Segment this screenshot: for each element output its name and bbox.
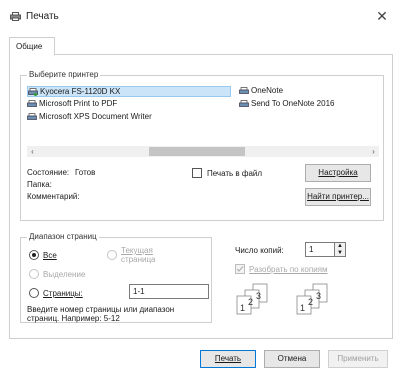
chevron-down-icon[interactable]: ▼ bbox=[335, 250, 345, 257]
stack-number: 1 bbox=[300, 303, 305, 313]
range-all-radio[interactable] bbox=[29, 250, 39, 260]
printer-icon bbox=[239, 100, 249, 107]
status-label: Состояние: bbox=[27, 168, 70, 177]
copies-input[interactable]: 1 bbox=[305, 242, 335, 257]
printer-item[interactable]: Kyocera FS-1120D KX bbox=[27, 86, 231, 97]
find-printer-button-label: Найти принтер... bbox=[307, 192, 369, 201]
comment-label: Комментарий: bbox=[27, 192, 80, 201]
pages-input[interactable]: 1-1 bbox=[129, 284, 209, 299]
copies-label-text: Число копий: bbox=[235, 246, 284, 255]
print-button[interactable]: Печать bbox=[200, 350, 256, 368]
printer-name: Microsoft XPS Document Writer bbox=[39, 112, 152, 121]
printer-icon bbox=[27, 113, 37, 120]
apply-button[interactable]: Применить bbox=[328, 350, 388, 368]
range-selection-radio[interactable] bbox=[29, 269, 39, 279]
horizontal-scrollbar[interactable]: ‹ › bbox=[27, 146, 379, 157]
close-button[interactable]: ✕ bbox=[370, 6, 394, 26]
apply-button-label: Применить bbox=[337, 354, 379, 363]
printer-item[interactable]: Microsoft Print to PDF bbox=[27, 99, 117, 110]
range-current-page-radio[interactable] bbox=[107, 250, 117, 260]
print-dialog: Печать ✕ Общие Выберите принтер Kyocera … bbox=[0, 0, 402, 372]
stack-number: 3 bbox=[256, 291, 261, 301]
stack-number: 2 bbox=[308, 297, 313, 307]
page-range-group-label: Диапазон страниц bbox=[27, 232, 99, 241]
printer-icon bbox=[239, 87, 249, 94]
window-title: Печать bbox=[26, 11, 59, 22]
printer-item[interactable]: Send To OneNote 2016 bbox=[239, 99, 334, 110]
find-printer-button[interactable]: Найти принтер... bbox=[305, 188, 371, 206]
scroll-left-arrow-icon[interactable]: ‹ bbox=[27, 146, 38, 157]
print-to-file-label[interactable]: Печать в файл bbox=[207, 169, 262, 178]
scrollbar-thumb[interactable] bbox=[149, 147, 245, 156]
printer-item[interactable]: Microsoft XPS Document Writer bbox=[27, 112, 152, 123]
print-button-label: Печать bbox=[214, 354, 242, 363]
stack-number: 3 bbox=[316, 291, 321, 301]
collate-checkbox[interactable] bbox=[235, 264, 245, 274]
range-selection-label[interactable]: Выделение bbox=[43, 270, 85, 279]
printer-name: Microsoft Print to PDF bbox=[39, 99, 118, 108]
page-range-group: Диапазон страниц Все Текущая страница Вы… bbox=[20, 232, 212, 323]
tab-general[interactable]: Общие bbox=[9, 37, 55, 56]
printer-icon bbox=[27, 100, 37, 107]
chevron-up-icon[interactable]: ▲ bbox=[335, 243, 345, 250]
stack-number: 2 bbox=[248, 297, 253, 307]
copies-group: Число копий: 1 ▲ ▼ Разобрать по копиям 1… bbox=[228, 237, 384, 323]
printer-group-label: Выберите принтер bbox=[27, 70, 101, 79]
scroll-right-arrow-icon[interactable]: › bbox=[368, 146, 379, 157]
collate-label[interactable]: Разобрать по копиям bbox=[249, 265, 328, 274]
range-current-page-label-line2[interactable]: страница bbox=[121, 255, 155, 264]
print-to-file-checkbox[interactable] bbox=[192, 168, 202, 178]
copies-label: Число копий: bbox=[235, 246, 284, 255]
status-value: Готов bbox=[75, 168, 96, 177]
range-hint-line2: страниц. Например: 5-12 bbox=[27, 314, 120, 323]
close-icon: ✕ bbox=[376, 8, 388, 24]
range-pages-radio[interactable] bbox=[29, 288, 39, 298]
cancel-button-label: Отмена bbox=[277, 354, 307, 363]
checkmark-icon bbox=[236, 266, 244, 272]
title-bar: Печать ✕ bbox=[0, 0, 402, 32]
collate-illustration-icon: 1 2 3 1 2 3 bbox=[236, 283, 328, 315]
printer-icon bbox=[28, 88, 38, 96]
printer-name: Kyocera FS-1120D KX bbox=[40, 87, 121, 96]
printer-list[interactable]: Kyocera FS-1120D KX OneNote Microsoft Pr… bbox=[27, 86, 379, 138]
preferences-button[interactable]: Настройка bbox=[305, 164, 371, 182]
tab-strip: Общие bbox=[9, 37, 393, 56]
range-pages-label[interactable]: Страницы: bbox=[43, 289, 83, 298]
location-label: Папка: bbox=[27, 180, 52, 189]
printer-icon bbox=[10, 12, 21, 21]
printer-name: OneNote bbox=[251, 86, 284, 95]
printer-item[interactable]: OneNote bbox=[239, 86, 283, 97]
copies-stepper[interactable]: ▲ ▼ bbox=[335, 242, 346, 257]
preferences-button-label: Настройка bbox=[318, 168, 358, 177]
tab-panel-general: Выберите принтер Kyocera FS-1120D KX One… bbox=[9, 55, 393, 339]
range-hint-line1: Введите номер страницы или диапазон bbox=[27, 305, 175, 314]
range-all-label[interactable]: Все bbox=[43, 251, 57, 260]
printer-group: Выберите принтер Kyocera FS-1120D KX One… bbox=[20, 70, 384, 221]
range-current-page-label-line1[interactable]: Текущая bbox=[121, 246, 153, 255]
printer-name: Send To OneNote 2016 bbox=[251, 99, 335, 108]
stack-number: 1 bbox=[240, 303, 245, 313]
cancel-button[interactable]: Отмена bbox=[264, 350, 320, 368]
